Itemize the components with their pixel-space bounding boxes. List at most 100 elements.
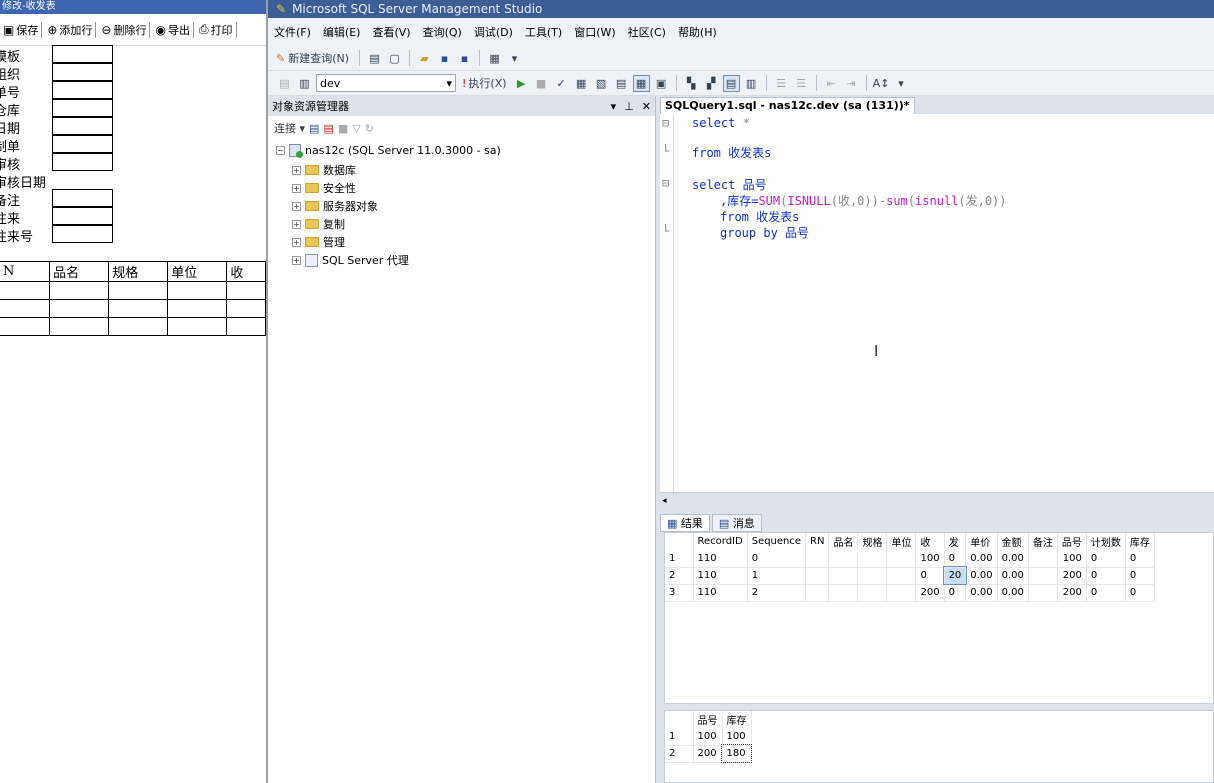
column-header[interactable]: 单价 xyxy=(965,533,998,550)
results-to-text-icon[interactable]: ▤ xyxy=(613,75,630,92)
disconnect-icon[interactable]: ▤ xyxy=(323,122,333,135)
grid-cell[interactable] xyxy=(828,584,859,602)
grid-cell[interactable]: 100 xyxy=(722,728,752,746)
table-row[interactable]: 3 110 2 200 0 0.00 0.00 200 0 0 xyxy=(665,584,1155,602)
grid-cell[interactable]: 110 xyxy=(693,584,748,602)
grid-cell[interactable]: 1 xyxy=(747,567,807,585)
outline-toggle[interactable]: ⊟ xyxy=(662,176,669,190)
tab-messages[interactable]: ▤ 消息 xyxy=(711,514,762,532)
contact-no-field[interactable] xyxy=(52,225,113,243)
filter-icon[interactable]: ▽ xyxy=(352,122,360,135)
expand-icon[interactable]: + xyxy=(292,165,301,175)
grid-cell[interactable]: 0 xyxy=(1125,567,1155,585)
tree-node-security[interactable]: + 安全性 xyxy=(292,180,356,196)
tab-query1[interactable]: SQLQuery1.sql - nas12c.dev (sa (131))* xyxy=(660,97,915,114)
grid-cell[interactable]: 0 xyxy=(1086,550,1126,568)
grid-cell[interactable]: 0.00 xyxy=(965,550,998,568)
detail-row[interactable] xyxy=(0,281,266,300)
new-query-button[interactable]: ✎ 新建查询(N) xyxy=(276,50,353,67)
table-row[interactable]: 2 200 180 xyxy=(665,744,752,763)
panel-dropdown-icon[interactable]: ▾ xyxy=(611,100,617,113)
grid-cell[interactable] xyxy=(1028,567,1058,585)
column-header[interactable]: 单位 xyxy=(886,533,917,550)
client-stats-icon[interactable]: ▞ xyxy=(703,75,720,92)
column-header[interactable]: 品名 xyxy=(828,533,859,550)
grid-cell[interactable]: 0.00 xyxy=(997,550,1029,568)
tree-node-server-objects[interactable]: + 服务器对象 xyxy=(292,198,378,214)
grid-cell[interactable]: 0 xyxy=(1086,584,1126,602)
collapse-icon[interactable]: − xyxy=(276,146,285,155)
tree-node-replication[interactable]: + 复制 xyxy=(292,216,345,232)
save-icon[interactable]: ▪ xyxy=(436,50,453,67)
comment-icon[interactable]: ▤ xyxy=(722,74,740,92)
tree-node-management[interactable]: + 管理 xyxy=(292,234,345,250)
grid-cell[interactable]: 0 xyxy=(1086,567,1126,585)
detail-row[interactable] xyxy=(0,317,266,336)
grid-cell[interactable]: 0 xyxy=(747,550,807,568)
grid-cell[interactable]: 2 xyxy=(747,584,807,602)
grid-cell[interactable] xyxy=(857,584,888,602)
grid-cell[interactable] xyxy=(857,550,888,568)
grid-cell[interactable] xyxy=(1028,584,1058,602)
column-header[interactable]: 备注 xyxy=(1028,533,1058,550)
increase-indent-icon[interactable]: ⇥ xyxy=(843,75,860,92)
grid-cell[interactable]: 200 xyxy=(1057,567,1087,585)
menu-community[interactable]: 社区(C) xyxy=(622,24,672,40)
expand-icon[interactable]: + xyxy=(292,255,301,265)
grid-cell[interactable]: 100 xyxy=(693,728,723,746)
save-all-icon[interactable]: ▪ xyxy=(456,50,473,67)
note-field[interactable] xyxy=(52,189,113,207)
expand-icon[interactable]: + xyxy=(292,237,301,247)
grid-cell-selected[interactable]: 20 xyxy=(943,566,967,585)
editor-horizontal-scrollbar[interactable]: ◂ xyxy=(660,492,1214,506)
close-icon[interactable]: ✕ xyxy=(642,100,651,113)
parse-check-icon[interactable]: ✓ xyxy=(553,75,570,92)
stop-icon[interactable]: ■ xyxy=(533,75,550,92)
column-header[interactable]: Sequence xyxy=(747,533,807,550)
database-select[interactable]: dev ▾ xyxy=(316,74,456,92)
grid-cell[interactable]: 0.00 xyxy=(965,567,998,585)
new-file-icon[interactable]: ▢ xyxy=(386,50,403,67)
table-row[interactable]: 1 100 100 xyxy=(665,728,752,746)
expand-icon[interactable]: + xyxy=(292,219,301,229)
results-grid-1[interactable]: RecordID Sequence RN 品名 规格 单位 收 发 单价 金额 … xyxy=(664,532,1214,704)
template-field[interactable] xyxy=(52,45,113,63)
indent-icon[interactable]: ☰ xyxy=(793,75,810,92)
grid-cell[interactable]: 110 xyxy=(693,567,748,585)
results-to-file-icon[interactable]: ▣ xyxy=(653,75,670,92)
grid-cell[interactable]: 100 xyxy=(915,550,945,568)
tree-node-agent[interactable]: + SQL Server 代理 xyxy=(292,252,409,268)
sql-editor[interactable]: ⊟ select * └ from 收发表s ⊟ select 品号 ,库存=S… xyxy=(662,114,1214,492)
decrease-indent-icon[interactable]: ⇤ xyxy=(823,75,840,92)
grid-cell[interactable] xyxy=(1028,550,1058,568)
toolbar-overflow-icon[interactable]: ▾ xyxy=(893,75,910,92)
date-field[interactable] xyxy=(52,117,113,135)
grid-cell[interactable] xyxy=(805,567,830,585)
number-field[interactable] xyxy=(52,81,113,99)
db-engine-query-icon[interactable]: ▤ xyxy=(366,50,383,67)
contact-field[interactable] xyxy=(52,207,113,225)
menu-help[interactable]: 帮助(H) xyxy=(672,24,723,40)
export-button[interactable]: ◉ 导出 xyxy=(152,21,194,38)
menu-debug[interactable]: 调试(D) xyxy=(468,24,519,40)
menu-window[interactable]: 窗口(W) xyxy=(568,24,621,40)
review-field[interactable] xyxy=(52,153,113,171)
grid-cell[interactable]: 0.00 xyxy=(997,584,1029,602)
column-header[interactable]: 计划数 xyxy=(1086,533,1126,550)
grid-cell[interactable]: 0 xyxy=(944,550,967,568)
results-grid-2[interactable]: 品号 库存 1 100 100 2 200 180 xyxy=(664,710,1214,783)
grid-cell[interactable]: 100 xyxy=(1057,550,1087,568)
connect-icon[interactable]: ▤ xyxy=(276,75,293,92)
menu-view[interactable]: 查看(V) xyxy=(366,24,416,40)
connect-object-icon[interactable]: ▤ xyxy=(309,122,319,135)
grid-cell[interactable]: 0 xyxy=(944,584,967,602)
refresh-icon[interactable]: ↻ xyxy=(365,122,374,135)
expand-icon[interactable]: + xyxy=(292,183,301,193)
expand-icon[interactable]: + xyxy=(292,201,301,211)
open-folder-icon[interactable]: ▰ xyxy=(416,50,433,67)
grid-cell[interactable]: 200 xyxy=(1057,584,1087,602)
detail-row[interactable] xyxy=(0,299,266,318)
maker-field[interactable] xyxy=(52,135,113,153)
column-header[interactable]: 规格 xyxy=(857,533,888,550)
menu-tools[interactable]: 工具(T) xyxy=(519,24,568,40)
